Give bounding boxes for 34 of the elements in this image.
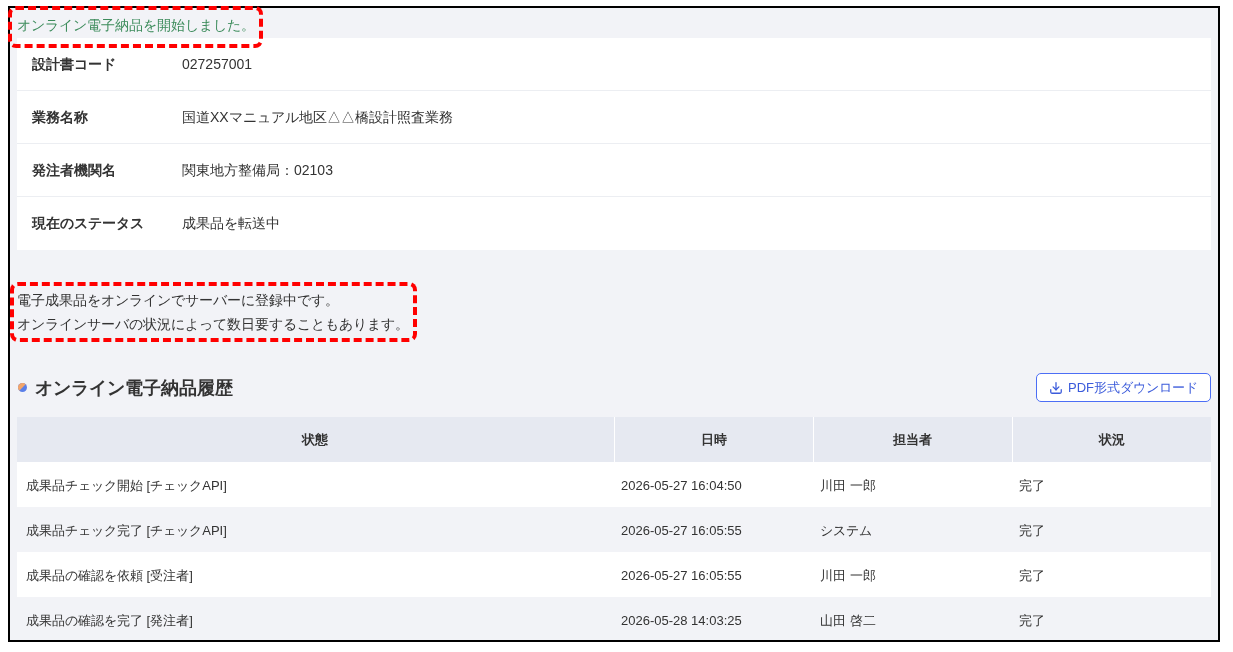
column-header: 日時	[614, 417, 813, 462]
table-cell: 成果品チェック開始 [チェックAPI]	[26, 477, 227, 493]
success-notice: オンライン電子納品を開始しました。	[17, 16, 255, 35]
column-header: 担当者	[813, 417, 1012, 462]
field-label: 現在のステータス	[32, 214, 145, 233]
field-value: 027257001	[182, 54, 253, 74]
table-cell: システム	[820, 522, 872, 538]
field-value: 国道XXマニュアル地区△△橋設計照査業務	[182, 107, 453, 127]
table-cell: 完了	[1019, 522, 1045, 538]
download-button[interactable]: PDF形式ダウンロード	[1036, 373, 1211, 402]
dot-icon	[18, 383, 27, 392]
column-header: 状態	[17, 417, 614, 462]
field-value: 関東地方整備局：02103	[182, 160, 333, 180]
table-cell: 成果品チェック完了 [チェックAPI]	[26, 522, 227, 538]
table-cell: 完了	[1019, 612, 1045, 628]
field-label: 業務名称	[32, 107, 89, 127]
table-cell: 2026-05-27 16:05:55	[621, 567, 742, 583]
table-cell: 完了	[1019, 567, 1045, 583]
field-label: 発注者機関名	[32, 160, 117, 180]
download-icon	[1049, 380, 1063, 395]
table-cell: 山田 啓二	[820, 612, 876, 628]
table-cell: 2026-05-27 16:04:50	[621, 477, 742, 493]
field-value: 成果品を転送中	[182, 214, 280, 233]
table-cell: 2026-05-27 16:05:55	[621, 522, 742, 538]
field-label: 設計書コード	[32, 54, 117, 74]
table-cell: 成果品の確認を依頼 [受注者]	[26, 567, 193, 583]
table-cell: 川田 一郎	[820, 567, 876, 583]
table-cell: 完了	[1019, 477, 1045, 493]
column-header: 状況	[1012, 417, 1211, 462]
section-title: オンライン電子納品履歴	[35, 376, 233, 400]
table-cell: 成果品の確認を完了 [発注者]	[26, 612, 193, 628]
table-cell: 川田 一郎	[820, 477, 876, 493]
table-cell: 2026-05-28 14:03:25	[621, 612, 742, 628]
status-message: 電子成果品をオンラインでサーバーに登録中です。 オンラインサーバの状況によって数日要することもあります。	[17, 291, 409, 334]
